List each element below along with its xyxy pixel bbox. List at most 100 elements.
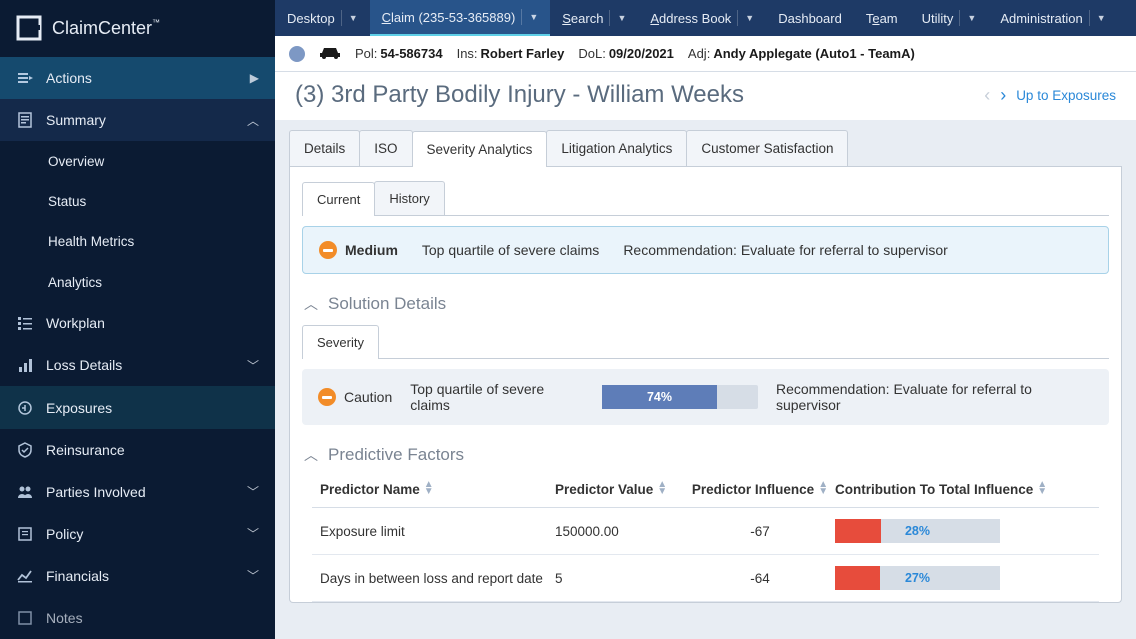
topnav-administration[interactable]: Administration▼	[988, 0, 1117, 36]
prev-exposure-icon[interactable]: ‹	[984, 85, 990, 106]
tab-litigation[interactable]: Litigation Analytics	[546, 130, 687, 166]
chevron-down-icon: ﹀	[247, 525, 259, 542]
chevron-down-icon[interactable]: ▼	[609, 10, 626, 26]
chevron-down-icon: ﹀	[247, 567, 259, 584]
exposures-icon	[16, 400, 34, 416]
tab-severity[interactable]: Severity Analytics	[412, 131, 548, 167]
claimcenter-logo-icon	[16, 15, 42, 41]
app-logo: ClaimCenter™	[0, 0, 275, 57]
sidebar-sub-health[interactable]: Health Metrics	[0, 222, 275, 262]
col-predictor-value[interactable]: Predictor Value▲▼	[555, 481, 685, 497]
sidebar-label: Actions	[46, 70, 92, 86]
sub-tabs: Current History	[302, 181, 1109, 216]
chevron-down-icon[interactable]: ▼	[521, 9, 538, 25]
caution-recommendation: Recommendation: Evaluate for referral to…	[776, 381, 1093, 413]
policy-icon	[16, 526, 34, 542]
app-name: ClaimCenter™	[52, 18, 160, 39]
info-dol: DoL:09/20/2021	[578, 46, 674, 61]
workplan-icon	[16, 315, 34, 331]
info-policy: Pol:54-586734	[355, 46, 443, 61]
cell-contribution: 28%	[835, 519, 1091, 543]
table-header: Predictor Name▲▼ Predictor Value▲▼ Predi…	[312, 471, 1099, 508]
sidebar-item-notes[interactable]: Notes	[0, 597, 275, 639]
sidebar-item-exposures[interactable]: Exposures	[0, 386, 275, 428]
sidebar-sub-overview[interactable]: Overview	[0, 141, 275, 181]
lossdetails-icon	[16, 357, 34, 373]
severity-progress: 74%	[602, 385, 758, 409]
table-row: Days in between loss and report date5-64…	[312, 555, 1099, 602]
content-area: Details ISO Severity Analytics Litigatio…	[275, 120, 1136, 639]
subtab-history[interactable]: History	[374, 181, 444, 215]
sidebar-label: Policy	[46, 526, 83, 542]
sidebar-label: Workplan	[46, 315, 105, 331]
sidebar-label: Summary	[46, 112, 106, 128]
chevron-down-icon[interactable]: ▼	[1089, 10, 1106, 26]
chevron-down-icon: ﹀	[247, 357, 259, 374]
chevron-down-icon[interactable]: ▼	[341, 10, 358, 26]
contribution-bar: 27%	[835, 566, 1000, 590]
topnav-utility[interactable]: Utility▼	[910, 0, 989, 36]
sidebar-item-financials[interactable]: Financials ﹀	[0, 555, 275, 597]
info-insured: Ins:Robert Farley	[457, 46, 565, 61]
solution-tab-severity[interactable]: Severity	[302, 325, 379, 359]
tab-customer[interactable]: Customer Satisfaction	[686, 130, 848, 166]
section-title: Solution Details	[328, 294, 446, 314]
sidebar-label: Financials	[46, 568, 109, 584]
col-predictor-name[interactable]: Predictor Name▲▼	[320, 481, 555, 497]
subtab-current[interactable]: Current	[302, 182, 375, 216]
chevron-right-icon: ▶	[250, 71, 259, 85]
sidebar-sub-analytics[interactable]: Analytics	[0, 262, 275, 302]
tab-panel: Current History Medium Top quartile of s…	[289, 167, 1122, 603]
topnav-dashboard[interactable]: Dashboard	[766, 0, 854, 36]
sidebar-item-workplan[interactable]: Workplan	[0, 302, 275, 344]
sort-icon: ▲▼	[424, 481, 434, 495]
sidebar-item-parties[interactable]: Parties Involved ﹀	[0, 471, 275, 513]
predictive-table: Predictor Name▲▼ Predictor Value▲▼ Predi…	[302, 471, 1109, 602]
topnav-team[interactable]: Team	[854, 0, 910, 36]
sidebar-item-summary[interactable]: Summary ︿	[0, 99, 275, 141]
sidebar-sub-status[interactable]: Status	[0, 181, 275, 221]
sidebar-label: Exposures	[46, 400, 112, 416]
page-title-bar: (3) 3rd Party Bodily Injury - William We…	[275, 72, 1136, 120]
sidebar-label: Notes	[46, 610, 83, 626]
sidebar-item-reinsurance[interactable]: Reinsurance	[0, 429, 275, 471]
chevron-up-icon: ︿	[247, 112, 259, 129]
col-predictor-influence[interactable]: Predictor Influence▲▼	[685, 481, 835, 497]
topnav-claim[interactable]: Claim (235-53-365889)▼	[370, 0, 551, 36]
table-row: Exposure limit150000.00-6728%	[312, 508, 1099, 555]
topnav-desktop[interactable]: Desktop▼	[275, 0, 370, 36]
main-tabs: Details ISO Severity Analytics Litigatio…	[289, 130, 1122, 167]
tab-iso[interactable]: ISO	[359, 130, 412, 166]
next-exposure-icon[interactable]: ›	[1000, 85, 1006, 106]
chevron-down-icon[interactable]: ▼	[737, 10, 754, 26]
page-title: (3) 3rd Party Bodily Injury - William We…	[295, 81, 744, 109]
sort-icon: ▲▼	[818, 481, 828, 495]
cell-value: 5	[555, 571, 685, 586]
severity-text: Top quartile of severe claims	[422, 242, 599, 258]
tab-details[interactable]: Details	[289, 130, 360, 166]
chevron-down-icon[interactable]: ▼	[959, 10, 976, 26]
severity-banner: Medium Top quartile of severe claims Rec…	[302, 226, 1109, 274]
sidebar: ClaimCenter™ Actions ▶ Summary ︿ Overvie…	[0, 0, 275, 639]
severity-level: Medium	[345, 242, 398, 258]
col-contribution[interactable]: Contribution To Total Influence▲▼	[835, 481, 1091, 497]
chevron-up-icon: ︿	[304, 294, 318, 314]
solution-details-header[interactable]: ︿ Solution Details	[302, 288, 1109, 320]
sidebar-item-policy[interactable]: Policy ﹀	[0, 513, 275, 555]
sidebar-item-actions[interactable]: Actions ▶	[0, 57, 275, 99]
financials-icon	[16, 568, 34, 584]
topnav-addressbook[interactable]: Address Book▼	[638, 0, 766, 36]
topnav-search[interactable]: Search▼	[550, 0, 638, 36]
sidebar-label: Parties Involved	[46, 484, 146, 500]
up-to-exposures-link[interactable]: Up to Exposures	[1016, 88, 1116, 103]
vehicle-icon	[319, 44, 341, 63]
sidebar-label: Reinsurance	[46, 442, 125, 458]
predictive-factors-header[interactable]: ︿ Predictive Factors	[302, 439, 1109, 471]
section-title: Predictive Factors	[328, 445, 464, 465]
info-adjuster: Adj:Andy Applegate (Auto1 - TeamA)	[688, 46, 915, 61]
top-nav: Desktop▼ Claim (235-53-365889)▼ Search▼ …	[275, 0, 1136, 36]
solution-tabs: Severity	[302, 324, 1109, 359]
sidebar-item-lossdetails[interactable]: Loss Details ﹀	[0, 344, 275, 386]
cell-name: Exposure limit	[320, 524, 555, 539]
severity-chip-icon	[319, 241, 337, 259]
